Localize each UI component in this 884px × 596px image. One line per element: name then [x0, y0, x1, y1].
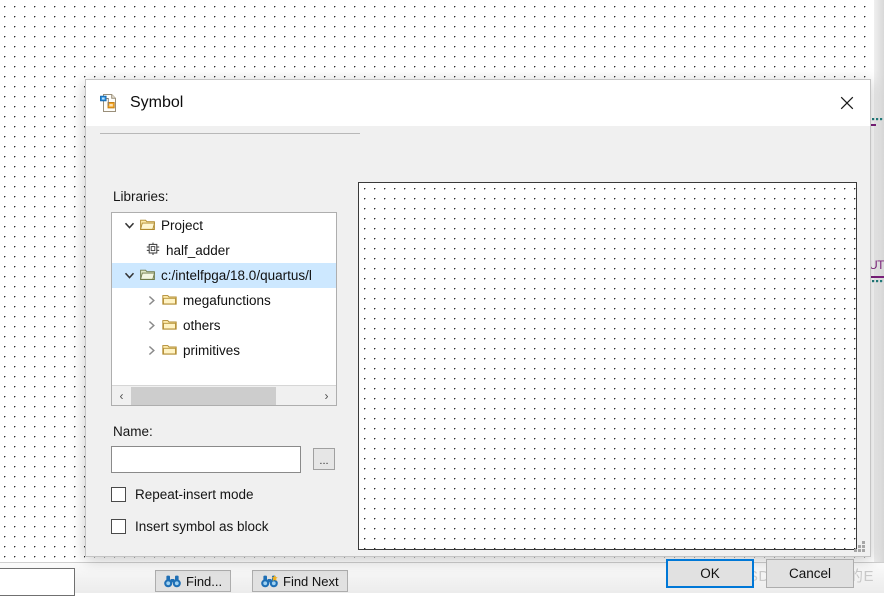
- repeat-insert-mode-label: Repeat-insert mode: [135, 487, 254, 502]
- tree-item-quartus-library[interactable]: c:/intelfpga/18.0/quartus/l: [112, 263, 336, 288]
- repeat-insert-mode-checkbox-row[interactable]: Repeat-insert mode: [111, 487, 254, 502]
- chevron-right-icon[interactable]: [140, 345, 162, 356]
- find-next-button[interactable]: Find Next: [252, 570, 348, 592]
- cancel-button[interactable]: Cancel: [766, 559, 854, 588]
- insert-symbol-as-block-checkbox-row[interactable]: Insert symbol as block: [111, 519, 269, 534]
- folder-open-icon: [140, 218, 156, 234]
- binoculars-next-icon: [261, 574, 278, 588]
- libraries-label: Libraries:: [113, 189, 169, 204]
- chevron-down-icon[interactable]: [118, 220, 140, 231]
- tree-item-others[interactable]: others: [112, 313, 336, 338]
- find-next-button-label: Find Next: [283, 573, 339, 589]
- tree-item-label: half_adder: [166, 243, 230, 258]
- ok-button[interactable]: OK: [666, 559, 754, 588]
- tree-item-label: Project: [161, 218, 204, 233]
- find-button[interactable]: Find...: [155, 570, 232, 592]
- dialog-titlebar[interactable]: Symbol: [86, 80, 870, 126]
- tree-item-label: c:/intelfpga/18.0/quartus/l: [161, 268, 312, 283]
- scroll-right-arrow-icon[interactable]: ›: [317, 387, 336, 405]
- symbol-preview-grid[interactable]: [358, 182, 857, 550]
- repeat-insert-mode-checkbox[interactable]: [111, 487, 126, 502]
- canvas-vertical-scrollbar[interactable]: [874, 0, 884, 562]
- tree-item-label: megafunctions: [183, 293, 271, 308]
- chevron-right-icon[interactable]: [140, 320, 162, 331]
- insert-symbol-as-block-checkbox[interactable]: [111, 519, 126, 534]
- tree-item-project[interactable]: Project: [112, 213, 336, 238]
- symbol-file-icon: [99, 93, 119, 113]
- libraries-tree[interactable]: Project half_adder c:/intelfpga/18.0/qua…: [111, 212, 337, 406]
- name-label: Name:: [113, 424, 153, 439]
- folder-closed-icon: [162, 318, 177, 334]
- tree-item-label: others: [183, 318, 221, 333]
- tree-item-label: primitives: [183, 343, 241, 358]
- close-icon[interactable]: [824, 80, 870, 126]
- symbol-block-icon: [146, 242, 160, 259]
- folder-open-icon: [140, 268, 156, 284]
- name-browse-button[interactable]: ...: [313, 448, 335, 470]
- chevron-right-icon[interactable]: [140, 295, 162, 306]
- scrollbar-thumb[interactable]: [131, 386, 276, 405]
- insert-symbol-as-block-label: Insert symbol as block: [135, 519, 269, 534]
- dialog-body: Libraries: Project half_adder c:/intelfp…: [86, 126, 870, 588]
- tree-item-megafunctions[interactable]: megafunctions: [112, 288, 336, 313]
- libraries-tree-items: Project half_adder c:/intelfpga/18.0/qua…: [112, 213, 336, 363]
- symbol-dialog: Symbol Libraries: Project half_adder c:/…: [85, 79, 871, 588]
- scroll-left-arrow-icon[interactable]: ‹: [112, 387, 131, 405]
- folder-closed-icon: [162, 343, 177, 359]
- resize-grip[interactable]: [854, 541, 866, 553]
- title-separator: [100, 133, 360, 134]
- binoculars-icon: [164, 575, 181, 588]
- name-input[interactable]: [111, 446, 301, 473]
- tree-item-half-adder[interactable]: half_adder: [112, 238, 336, 263]
- tree-horizontal-scrollbar[interactable]: ‹ ›: [112, 385, 336, 405]
- chevron-down-icon[interactable]: [118, 270, 140, 281]
- tree-item-primitives[interactable]: primitives: [112, 338, 336, 363]
- find-button-label: Find...: [186, 573, 223, 589]
- dialog-title: Symbol: [130, 94, 184, 111]
- folder-closed-icon: [162, 293, 177, 309]
